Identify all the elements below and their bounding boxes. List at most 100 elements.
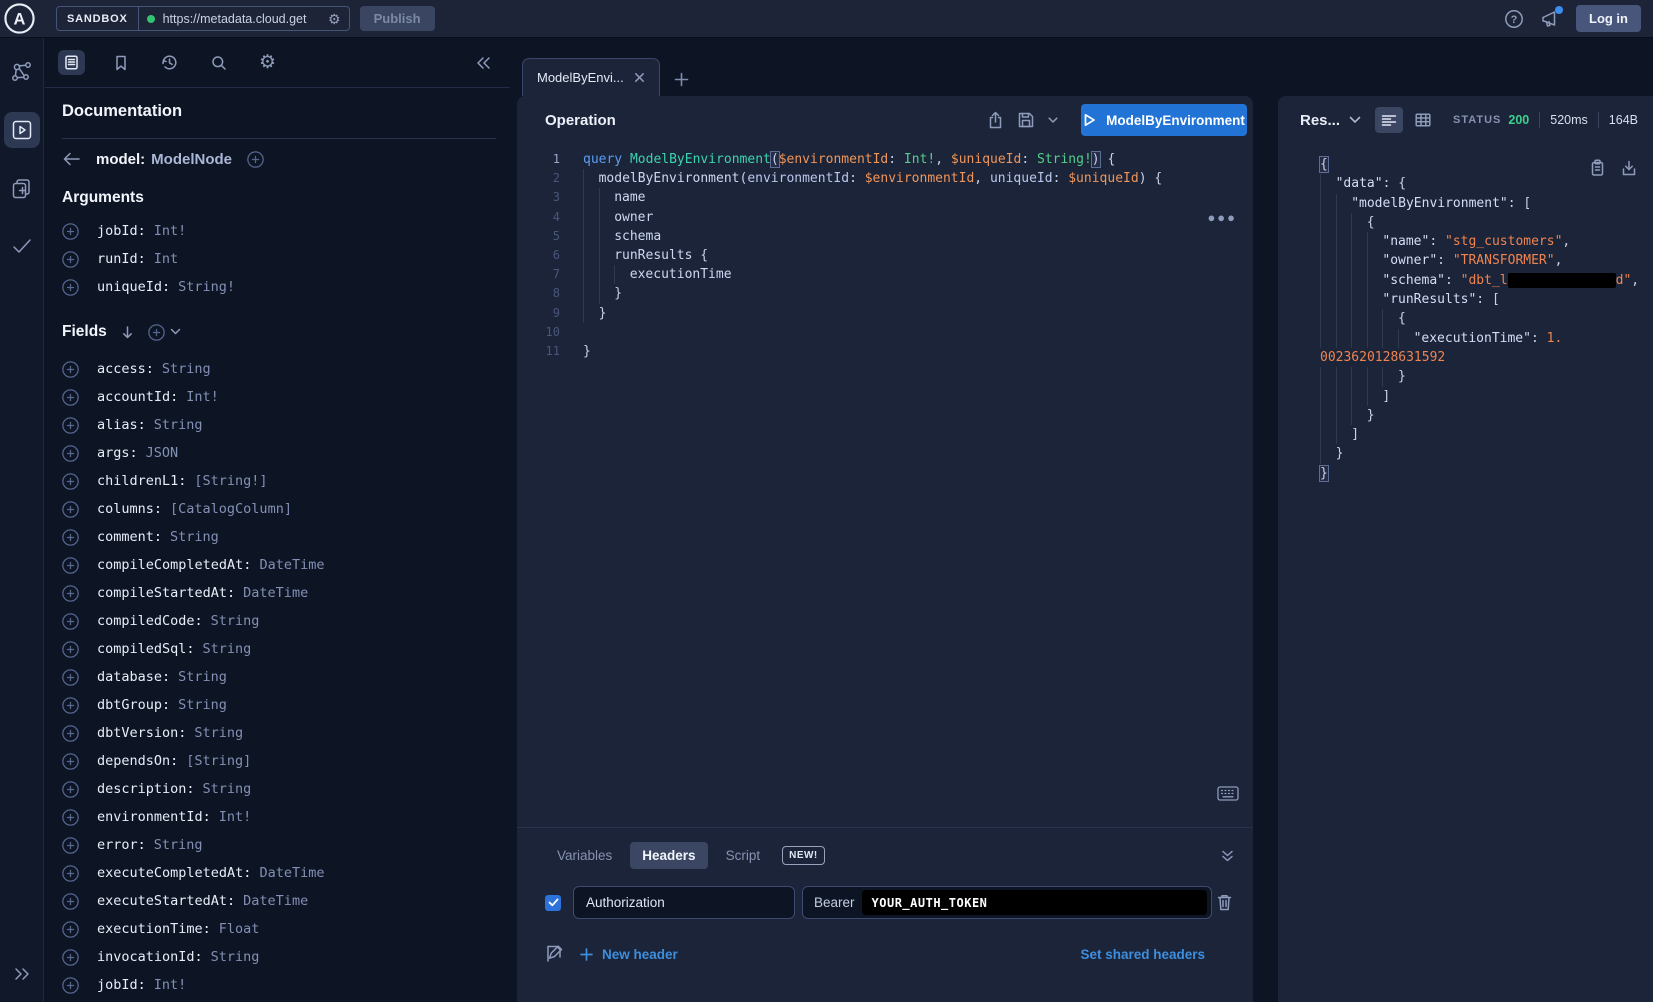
field-type[interactable]: String [178, 669, 227, 685]
add-field-button[interactable] [62, 501, 79, 518]
add-field-button[interactable] [62, 669, 79, 686]
header-value-input[interactable]: Bearer YOUR_AUTH_TOKEN [802, 886, 1212, 919]
share-icon[interactable] [987, 111, 1004, 130]
field-type[interactable]: String! [178, 279, 235, 295]
chevron-down-icon[interactable] [170, 328, 181, 336]
add-field-button[interactable] [62, 473, 79, 490]
field-type[interactable]: DateTime [243, 585, 308, 601]
collapse-panel-icon[interactable] [1220, 849, 1235, 863]
sort-fields-icon[interactable] [121, 325, 134, 340]
endpoint-url-input[interactable]: https://metadata.cloud.get ⚙ [139, 7, 349, 30]
field-type[interactable]: [CatalogColumn] [170, 501, 292, 517]
response-dropdown-chevron-icon[interactable] [1349, 116, 1361, 124]
new-header-button[interactable]: New header [580, 947, 678, 962]
collapse-sidebar-icon[interactable] [474, 55, 492, 71]
field-type[interactable]: String [178, 697, 227, 713]
documentation-tab-icon[interactable] [58, 50, 85, 75]
field-type[interactable]: String [203, 641, 252, 657]
add-field-button[interactable] [62, 445, 79, 462]
doc-type-link[interactable]: ModelNode [151, 151, 232, 168]
announcements-icon[interactable] [1540, 9, 1560, 29]
bulk-edit-icon[interactable] [545, 944, 564, 964]
add-field-button[interactable] [62, 865, 79, 882]
add-to-query-button[interactable] [247, 151, 264, 168]
field-type[interactable]: [String] [186, 753, 251, 769]
field-type[interactable]: String [211, 949, 260, 965]
operation-tab[interactable]: ModelByEnvi... [522, 58, 660, 96]
field-type[interactable]: DateTime [259, 865, 324, 881]
field-type[interactable]: String [211, 613, 260, 629]
tab-variables[interactable]: Variables [545, 842, 624, 869]
editor-overflow-menu[interactable]: ●●● [1207, 210, 1237, 225]
add-field-button[interactable] [62, 417, 79, 434]
header-enabled-checkbox[interactable] [545, 895, 561, 911]
add-all-fields-button[interactable] [148, 324, 165, 341]
add-field-button[interactable] [62, 893, 79, 910]
add-field-button[interactable] [62, 809, 79, 826]
add-field-button[interactable] [62, 389, 79, 406]
field-type[interactable]: String [154, 837, 203, 853]
keyboard-shortcuts-icon[interactable] [1217, 786, 1239, 801]
view-raw-button[interactable] [1375, 107, 1403, 133]
tab-script[interactable]: Script [714, 842, 773, 869]
response-body[interactable]: {"data": {"modelByEnvironment": [{"name"… [1278, 144, 1653, 1002]
field-type[interactable]: Float [219, 921, 260, 937]
auth-token-value[interactable]: YOUR_AUTH_TOKEN [862, 890, 1207, 915]
search-icon[interactable] [205, 50, 232, 75]
add-field-button[interactable] [62, 977, 79, 994]
login-button[interactable]: Log in [1576, 5, 1641, 32]
add-field-button[interactable] [62, 529, 79, 546]
field-type[interactable]: String [162, 361, 211, 377]
add-field-button[interactable] [62, 781, 79, 798]
copy-response-icon[interactable] [1590, 159, 1605, 177]
set-shared-headers-link[interactable]: Set shared headers [1080, 947, 1205, 962]
query-editor[interactable]: 1query ModelByEnvironment($environmentId… [517, 144, 1253, 827]
operation-collections-icon[interactable] [4, 170, 40, 206]
header-key-input[interactable] [573, 886, 795, 919]
field-type[interactable]: Int! [219, 809, 252, 825]
add-field-button[interactable] [62, 949, 79, 966]
add-field-button[interactable] [62, 361, 79, 378]
field-type[interactable]: Int! [186, 389, 219, 405]
publish-button[interactable]: Publish [360, 6, 435, 31]
add-field-button[interactable] [62, 251, 79, 268]
view-table-button[interactable] [1409, 107, 1437, 133]
settings-gear-icon[interactable]: ⚙ [254, 50, 281, 75]
field-type[interactable]: String [203, 781, 252, 797]
explorer-icon[interactable] [4, 112, 40, 148]
add-field-button[interactable] [62, 921, 79, 938]
save-options-chevron-icon[interactable] [1048, 117, 1058, 124]
field-type[interactable]: String [194, 725, 243, 741]
field-type[interactable]: Int [154, 251, 178, 267]
field-type[interactable]: JSON [146, 445, 179, 461]
delete-header-button[interactable] [1216, 893, 1233, 912]
response-title[interactable]: Res... [1300, 112, 1340, 129]
field-type[interactable]: DateTime [259, 557, 324, 573]
history-icon[interactable] [156, 50, 183, 75]
expand-rail-icon[interactable] [4, 956, 40, 992]
add-field-button[interactable] [62, 837, 79, 854]
add-field-button[interactable] [62, 557, 79, 574]
add-field-button[interactable] [62, 725, 79, 742]
add-field-button[interactable] [62, 585, 79, 602]
field-type[interactable]: String [170, 529, 219, 545]
new-tab-button[interactable] [674, 72, 689, 87]
save-icon[interactable] [1017, 111, 1035, 129]
help-icon[interactable]: ? [1504, 9, 1524, 29]
add-field-button[interactable] [62, 641, 79, 658]
back-arrow-icon[interactable] [62, 152, 81, 166]
endpoint-settings-gear-icon[interactable]: ⚙ [328, 12, 341, 26]
add-field-button[interactable] [62, 613, 79, 630]
download-response-icon[interactable] [1621, 159, 1637, 177]
tab-headers[interactable]: Headers [630, 842, 707, 869]
add-field-button[interactable] [62, 753, 79, 770]
add-field-button[interactable] [62, 279, 79, 296]
add-field-button[interactable] [62, 223, 79, 240]
run-operation-button[interactable]: ModelByEnvironment [1081, 104, 1247, 136]
schema-graph-icon[interactable] [4, 54, 40, 90]
add-field-button[interactable] [62, 697, 79, 714]
field-type[interactable]: DateTime [243, 893, 308, 909]
close-tab-icon[interactable] [634, 72, 645, 83]
field-type[interactable]: String [154, 417, 203, 433]
field-type[interactable]: Int! [154, 223, 187, 239]
